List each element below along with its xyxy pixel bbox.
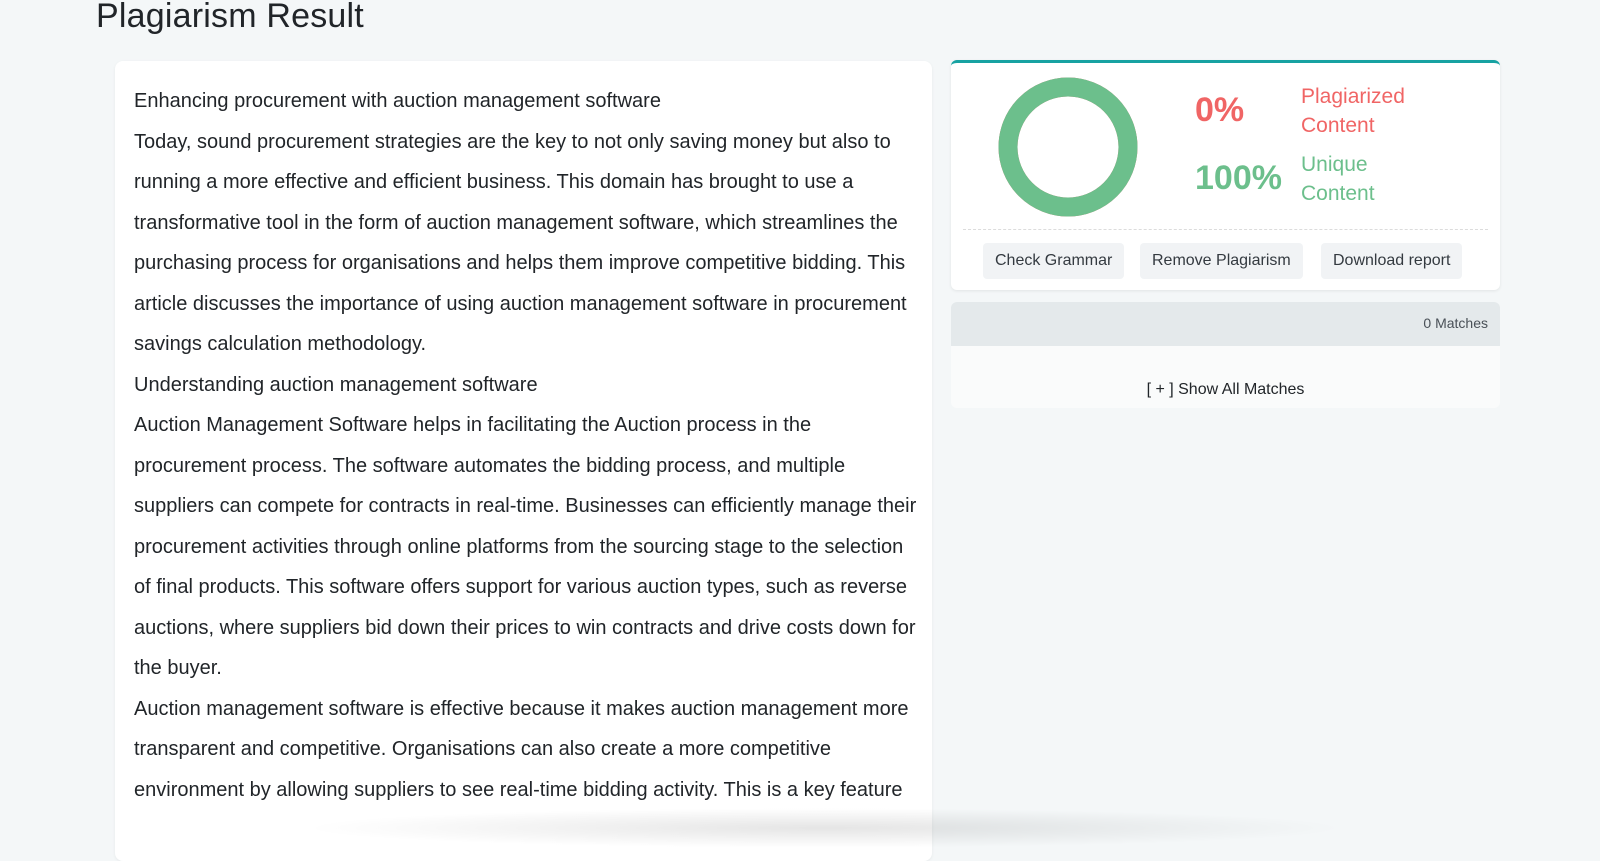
document-paragraph: Auction Management Software helps in fac… [134, 414, 917, 679]
download-report-button[interactable]: Download report [1321, 243, 1463, 279]
page-title: Plagiarism Result [96, 0, 364, 35]
check-grammar-button[interactable]: Check Grammar [983, 243, 1125, 279]
remove-plagiarism-button[interactable]: Remove Plagiarism [1140, 243, 1303, 279]
document-intro-paragraph: Today, sound procurement strategies are … [134, 130, 907, 356]
document-section-heading: Understanding auction management softwar… [134, 373, 538, 396]
document-paragraph: Auction management software is effective… [134, 697, 909, 801]
donut-unique-arc [998, 77, 1138, 217]
matches-count: 0 Matches [1423, 315, 1488, 331]
show-all-matches-link[interactable]: [ + ] Show All Matches [951, 381, 1500, 399]
plagiarism-result-card: 0% Plagiarized Content 100% Unique Conte… [951, 60, 1500, 290]
matches-header: 0 Matches [951, 302, 1500, 346]
unique-percent: 100% [1195, 159, 1282, 197]
plagiarized-label: Plagiarized Content [1301, 85, 1405, 137]
result-divider [963, 229, 1488, 230]
plagiarized-percent: 0% [1195, 91, 1245, 129]
matches-panel: 0 Matches [ + ] Show All Matches [951, 302, 1500, 408]
uniqueness-donut-chart [998, 77, 1138, 217]
document-heading: Enhancing procurement with auction manag… [134, 90, 661, 112]
document-text-panel: Enhancing procurement with auction manag… [115, 61, 932, 861]
unique-label: Unique Content [1301, 153, 1375, 205]
document-text-content: Enhancing procurement with auction manag… [134, 81, 924, 810]
